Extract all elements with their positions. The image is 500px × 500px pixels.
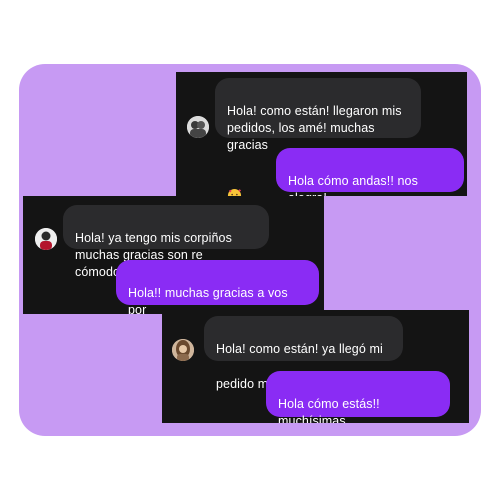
received-message: Hola! ya tengo mis corpiños muchas graci… [63, 205, 269, 279]
received-message: Hola! como están! ya llegó mi pedido muc… [204, 316, 403, 391]
message-text: Hola cómo andas!! nos alegra! gracias po… [288, 174, 418, 196]
sent-message: Hola cómo estás!! muchísimas gracias a v… [266, 371, 450, 423]
profile-photo-icon[interactable] [187, 116, 209, 138]
smiling-face-with-hearts-icon [227, 171, 242, 196]
message-text: Hola! como están! llegaron mis pedidos, … [227, 104, 402, 152]
profile-photo-icon[interactable] [172, 339, 194, 361]
received-message: Hola! como están! llegaron mis pedidos, … [215, 78, 421, 196]
message-text: Hola cómo estás!! muchísimas gracias a v… [278, 397, 380, 423]
chat-screenshot-3: Hola! como están! ya llegó mi pedido muc… [162, 310, 469, 423]
chat-screenshot-1: Hola! como están! llegaron mis pedidos, … [176, 72, 467, 196]
sent-message: Hola!! muchas gracias a vos por elegirno… [116, 260, 319, 314]
profile-photo-icon[interactable] [35, 228, 57, 250]
testimonials-collage: Hola! como están! llegaron mis pedidos, … [0, 0, 500, 500]
chat-screenshot-2: Hola! ya tengo mis corpiños muchas graci… [23, 196, 324, 314]
sent-message: Hola cómo andas!! nos alegra! gracias po… [276, 148, 464, 196]
